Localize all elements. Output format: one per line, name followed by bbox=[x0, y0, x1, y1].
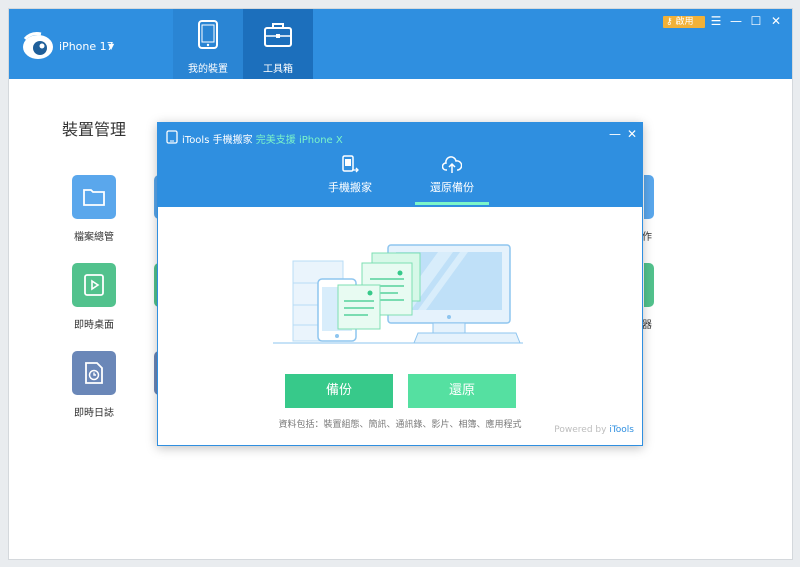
chevron-down-icon[interactable]: ▼ bbox=[108, 42, 114, 51]
dialog-close-icon[interactable]: ✕ bbox=[625, 127, 639, 141]
tile-hidden-label-2: 器 bbox=[642, 320, 652, 331]
nav-my-devices-label: 我的裝置 bbox=[188, 64, 228, 75]
phone-transfer-icon bbox=[342, 155, 359, 173]
tile-file-manager[interactable] bbox=[72, 175, 116, 219]
nav-toolbox[interactable]: 工具箱 bbox=[243, 9, 313, 79]
nav-my-devices[interactable]: 我的裝置 bbox=[173, 9, 243, 79]
powered-by: Powered by iTools bbox=[554, 425, 634, 435]
powered-by-text: Powered by bbox=[554, 425, 607, 435]
device-selector[interactable]: iPhone 17 bbox=[59, 40, 114, 53]
toolbox-icon bbox=[264, 23, 292, 47]
cloud-restore-icon bbox=[442, 156, 462, 173]
log-clock-icon bbox=[85, 362, 103, 384]
top-bar: iPhone 17 ▼ 我的裝置 工具箱 ⚷ 啟用 ☰ — ☐ ✕ bbox=[9, 9, 792, 79]
phone-app-icon bbox=[166, 130, 178, 144]
tile-live-desktop[interactable] bbox=[72, 263, 116, 307]
dialog-header: iTools 手機搬家 完美支援 iPhone X — ✕ 手機搬家 還原備份 bbox=[158, 123, 642, 207]
dialog-title-text: iTools 手機搬家 bbox=[182, 135, 253, 146]
active-tab-indicator bbox=[415, 202, 489, 205]
license-button[interactable]: ⚷ 啟用 bbox=[663, 16, 705, 28]
menu-icon[interactable]: ☰ bbox=[709, 14, 723, 28]
powered-by-brand: iTools bbox=[609, 425, 634, 435]
tile-live-desktop-label: 即時桌面 bbox=[74, 320, 114, 331]
phone-transfer-dialog: iTools 手機搬家 完美支援 iPhone X — ✕ 手機搬家 還原備份 bbox=[157, 122, 643, 446]
tile-hidden-label-1: 作 bbox=[642, 232, 652, 243]
tile-file-manager-label: 檔案總管 bbox=[74, 232, 114, 243]
tablet-icon bbox=[198, 20, 218, 49]
maximize-icon[interactable]: ☐ bbox=[749, 14, 763, 28]
play-icon bbox=[84, 274, 104, 296]
tile-live-log[interactable] bbox=[72, 351, 116, 395]
tab-phone-transfer[interactable]: 手機搬家 bbox=[313, 151, 387, 205]
close-icon[interactable]: ✕ bbox=[769, 14, 783, 28]
itools-logo-icon bbox=[23, 32, 53, 59]
tab-restore-backup[interactable]: 還原備份 bbox=[415, 151, 489, 205]
dialog-minimize-icon[interactable]: — bbox=[608, 127, 622, 141]
device-management-title: 裝置管理 bbox=[62, 120, 127, 139]
dialog-title-accent: 完美支援 iPhone X bbox=[255, 135, 343, 146]
license-label: 啟用 bbox=[675, 17, 694, 27]
minimize-icon[interactable]: — bbox=[729, 14, 743, 28]
tile-live-log-label: 即時日誌 bbox=[74, 408, 114, 419]
nav-toolbox-label: 工具箱 bbox=[263, 64, 293, 75]
backup-illustration bbox=[273, 244, 523, 344]
key-icon: ⚷ bbox=[666, 17, 673, 27]
tab-restore-backup-label: 還原備份 bbox=[430, 181, 474, 194]
restore-button[interactable]: 還原 bbox=[408, 374, 516, 408]
folder-icon bbox=[83, 189, 105, 206]
dialog-title: iTools 手機搬家 完美支援 iPhone X bbox=[182, 131, 343, 146]
tile-hidden-5[interactable] bbox=[644, 263, 654, 307]
backup-button[interactable]: 備份 bbox=[285, 374, 393, 408]
tab-phone-transfer-label: 手機搬家 bbox=[328, 181, 372, 194]
tile-hidden-4[interactable] bbox=[644, 175, 654, 219]
